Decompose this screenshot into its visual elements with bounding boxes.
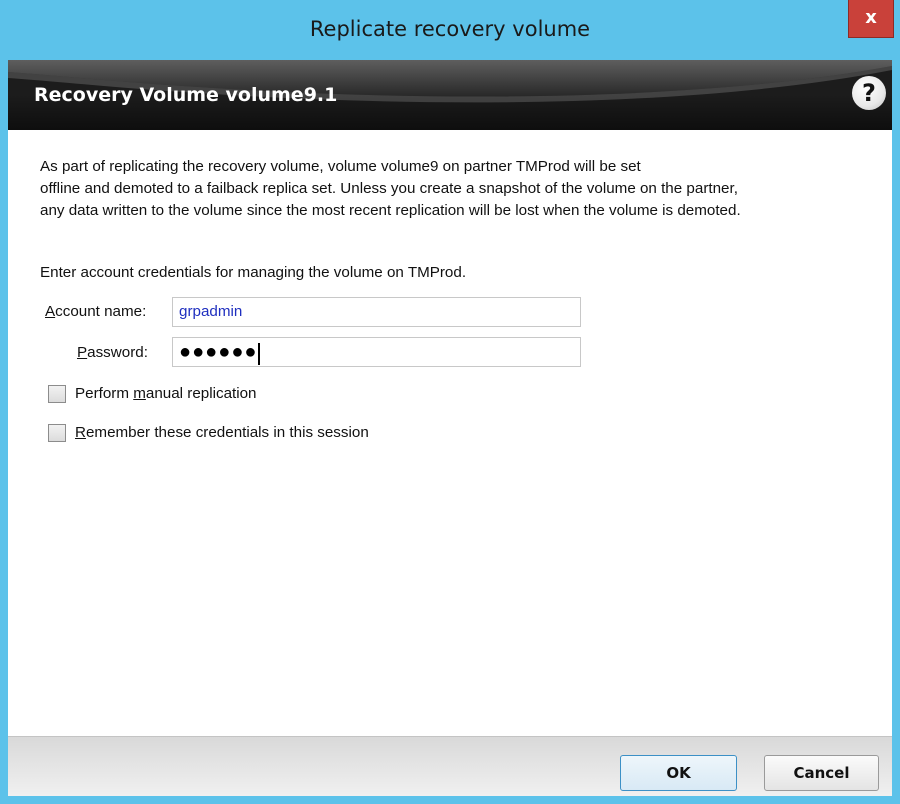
- dialog-client-area: Recovery Volume volume9.1 ? As part of r…: [8, 60, 892, 796]
- ok-button[interactable]: OK: [620, 755, 737, 791]
- manual-replication-label-pre: Perform: [75, 385, 134, 402]
- help-glyph: ?: [862, 79, 876, 107]
- message-line: any data written to the volume since the…: [40, 202, 741, 219]
- manual-replication-checkbox[interactable]: [48, 385, 66, 403]
- password-input[interactable]: ●●●●●●: [172, 337, 581, 367]
- password-label: Password:: [77, 344, 148, 361]
- header-banner: Recovery Volume volume9.1 ?: [8, 60, 892, 130]
- account-name-mnemonic: A: [45, 303, 56, 320]
- password-mnemonic: P: [77, 344, 88, 361]
- recovery-volume-heading: Recovery Volume volume9.1: [34, 84, 338, 106]
- dialog-window: Replicate recovery volume x Recovery Vol…: [0, 0, 900, 804]
- dialog-footer: OK Cancel: [8, 736, 892, 796]
- manual-replication-mnemonic: m: [133, 385, 146, 402]
- close-button[interactable]: x: [848, 0, 894, 38]
- remember-label-text: emember these credentials in this sessio…: [85, 424, 369, 441]
- text-caret: [258, 342, 261, 365]
- cancel-button[interactable]: Cancel: [764, 755, 879, 791]
- message-line: As part of replicating the recovery volu…: [40, 158, 641, 175]
- remember-credentials-label[interactable]: Remember these credentials in this sessi…: [75, 424, 369, 441]
- close-icon: x: [865, 7, 877, 28]
- remember-credentials-checkbox[interactable]: [48, 424, 66, 442]
- manual-replication-label-post: anual replication: [145, 385, 257, 402]
- manual-replication-label[interactable]: Perform manual replication: [75, 385, 257, 402]
- message-line: offline and demoted to a failback replic…: [40, 180, 738, 197]
- password-label-text: assword:: [87, 344, 148, 361]
- password-mask: ●●●●●●: [179, 341, 258, 363]
- credentials-prompt: Enter account credentials for managing t…: [40, 264, 467, 281]
- title-bar[interactable]: Replicate recovery volume x: [0, 0, 900, 60]
- help-icon[interactable]: ?: [852, 76, 886, 110]
- account-name-label: Account name:: [45, 303, 146, 320]
- account-name-label-text: ccount name:: [55, 303, 147, 320]
- window-title: Replicate recovery volume: [309, 17, 591, 41]
- account-name-input[interactable]: grpadmin: [172, 297, 581, 327]
- remember-mnemonic: R: [75, 424, 86, 441]
- replication-warning-message: As part of replicating the recovery volu…: [40, 156, 880, 222]
